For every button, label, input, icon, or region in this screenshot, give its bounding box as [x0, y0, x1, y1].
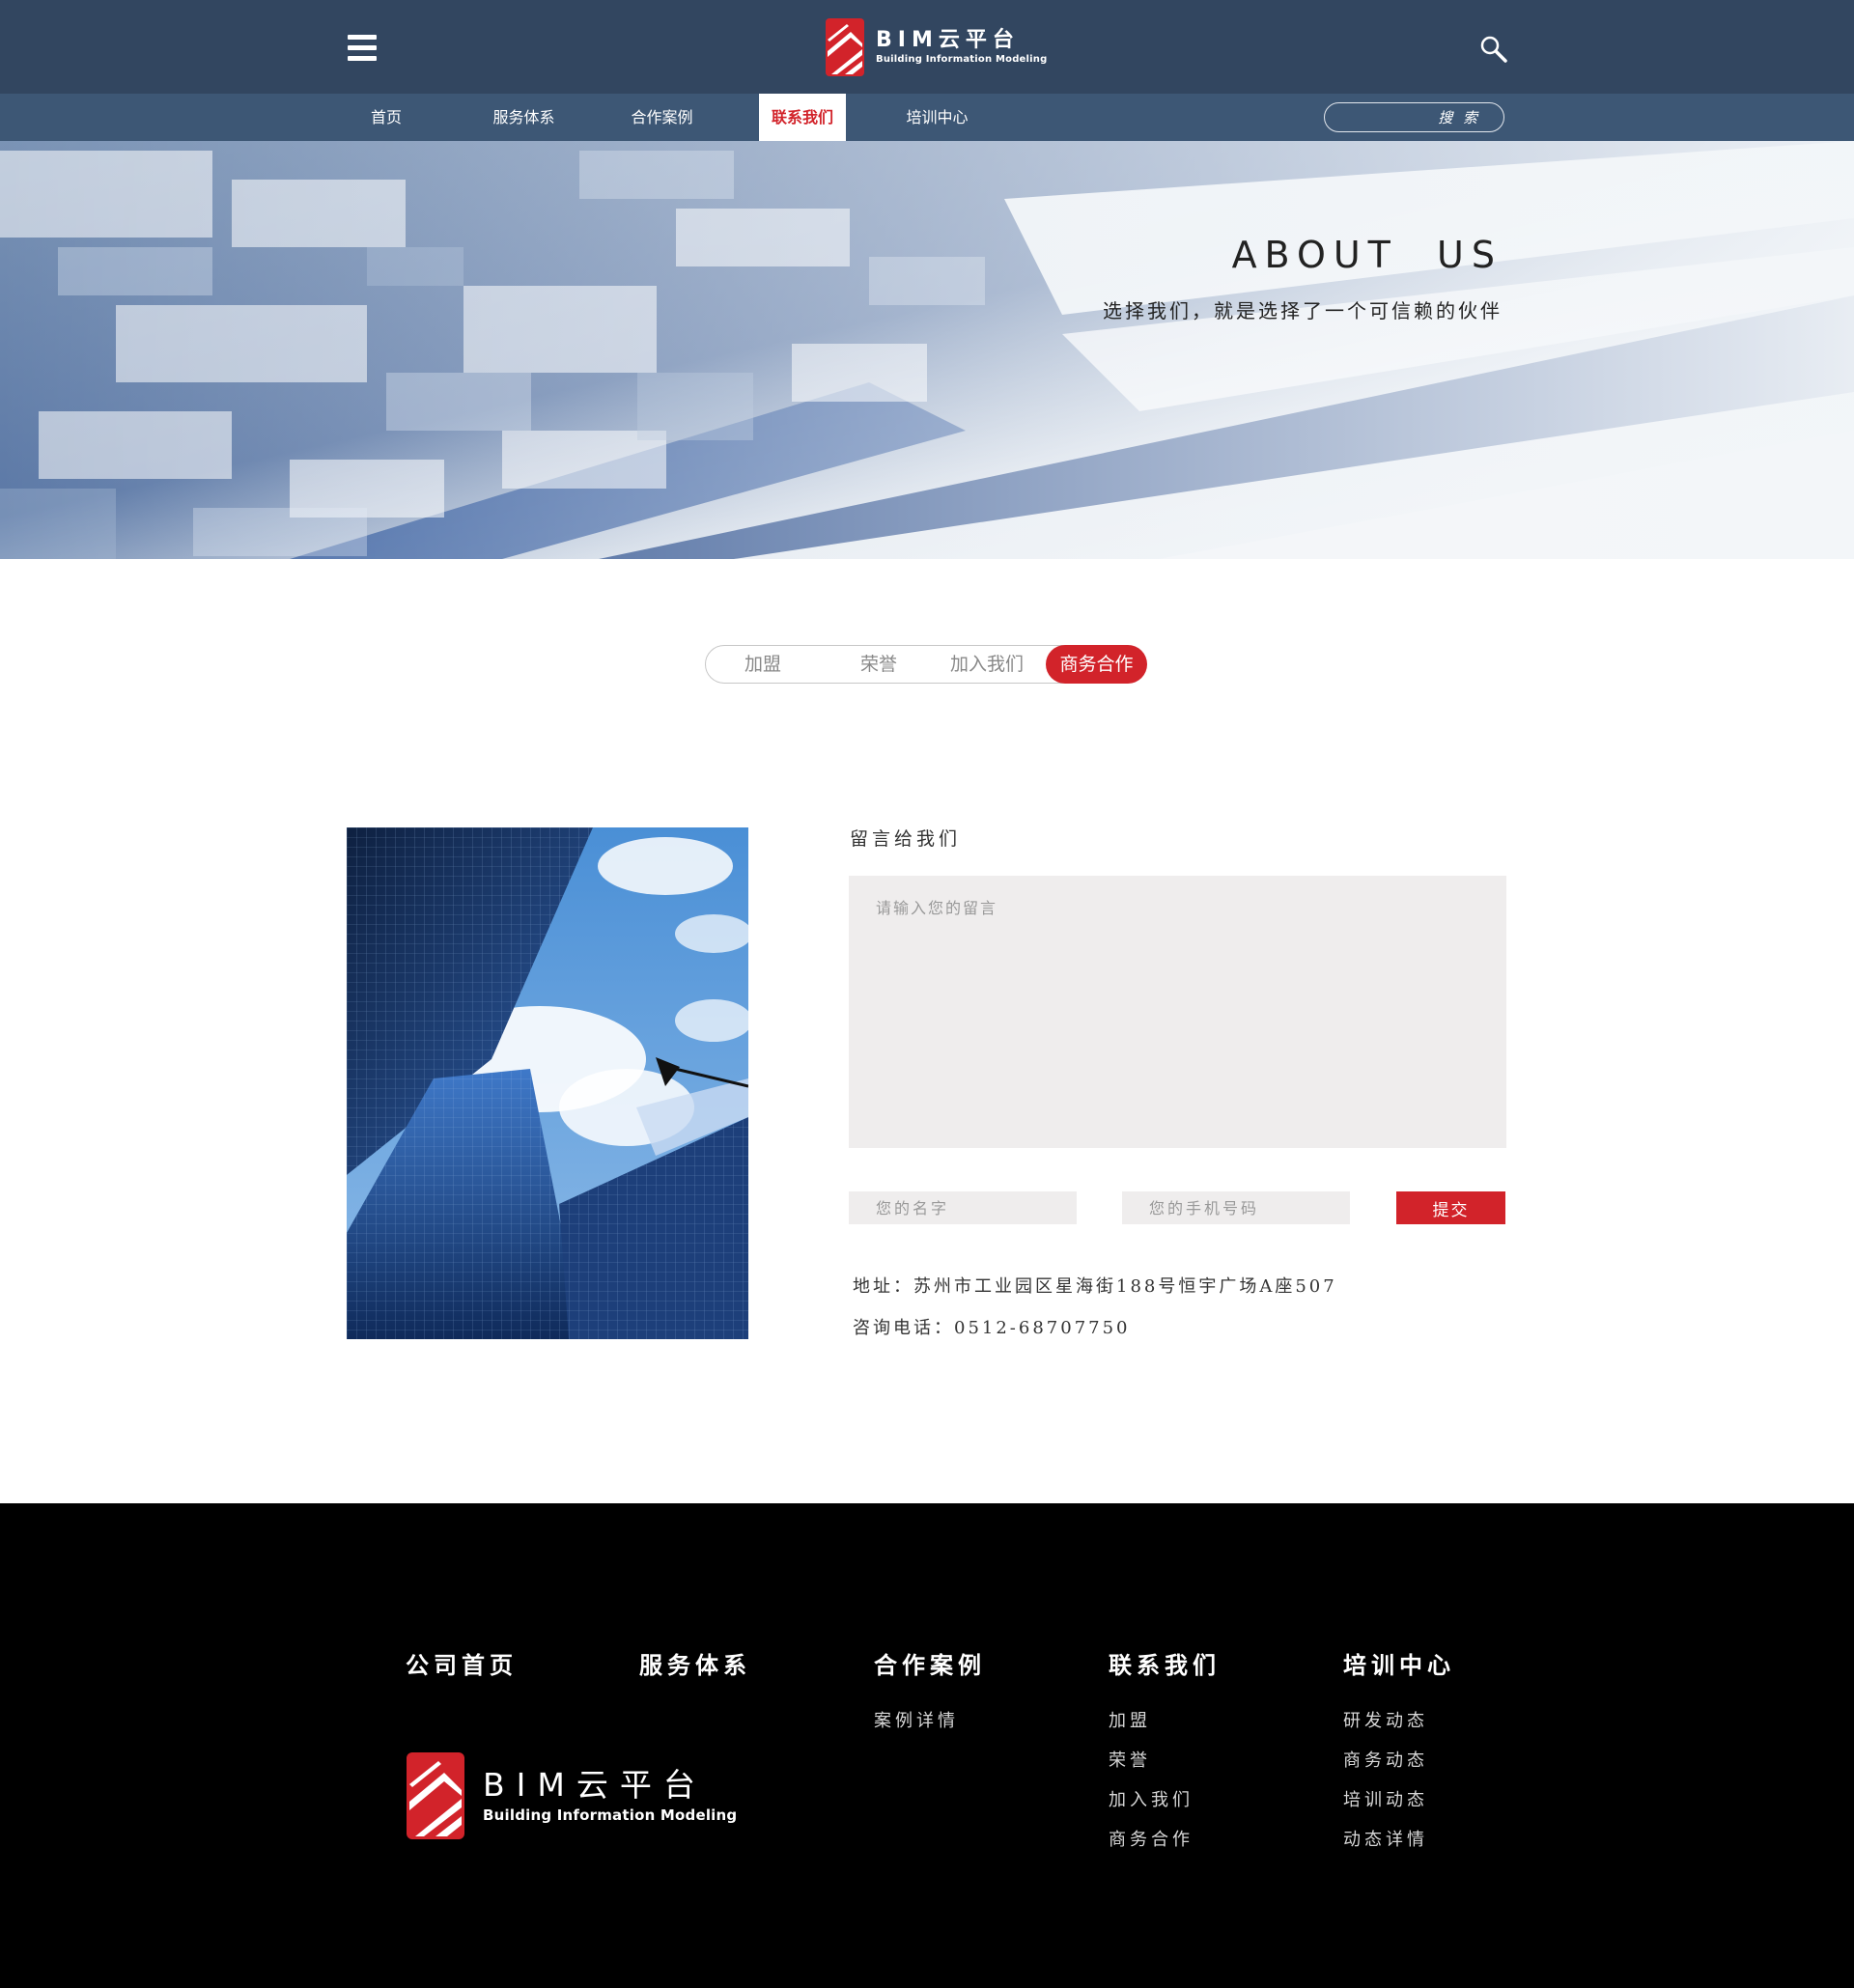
footer-logo[interactable]: BIM云平台 Building Information Modeling	[406, 1752, 737, 1839]
search-input[interactable]	[1324, 102, 1504, 132]
top-header: BIM云平台 Building Information Modeling	[0, 0, 1854, 94]
footer-link[interactable]: 商务动态	[1343, 1741, 1455, 1780]
banner-subtitle: 选择我们，就是选择了一个可信赖的伙伴	[1103, 299, 1503, 322]
address-text: 地址：苏州市工业园区星海街188号恒宇广场A座507	[853, 1276, 1337, 1297]
footer-link[interactable]: 案例详情	[874, 1701, 986, 1741]
nav-item-cases[interactable]: 合作案例	[621, 94, 703, 141]
footer-link[interactable]: 商务合作	[1109, 1820, 1221, 1860]
footer-heading[interactable]: 公司首页	[406, 1646, 518, 1680]
tab-business-cooperation[interactable]: 商务合作	[1046, 645, 1147, 684]
footer-link[interactable]: 荣誉	[1109, 1741, 1221, 1780]
footer-col-cases: 合作案例 案例详情	[874, 1646, 986, 1741]
header-logo[interactable]: BIM云平台 Building Information Modeling	[826, 17, 1047, 77]
footer-link[interactable]: 加入我们	[1109, 1780, 1221, 1820]
phone-field[interactable]	[1122, 1191, 1350, 1224]
banner-title: ABOUT US	[1231, 234, 1503, 276]
message-title: 留言给我们	[850, 828, 962, 850]
submit-button[interactable]: 提交	[1396, 1191, 1505, 1224]
tab-join[interactable]: 加盟	[719, 645, 806, 684]
footer-col-home: 公司首页	[406, 1646, 518, 1701]
phone-text: 咨询电话：0512-68707750	[853, 1318, 1131, 1338]
logo-title: BIM云平台	[876, 28, 1020, 52]
footer-link[interactable]: 培训动态	[1343, 1780, 1455, 1820]
footer-heading[interactable]: 服务体系	[639, 1646, 751, 1680]
main-nav: 首页 服务体系 合作案例 联系我们 培训中心	[0, 94, 1854, 141]
search-icon[interactable]	[1479, 35, 1508, 64]
banner-image	[0, 141, 1854, 559]
footer-col-training: 培训中心 研发动态 商务动态 培训动态 动态详情	[1343, 1646, 1455, 1860]
logo-subtitle: Building Information Modeling	[876, 54, 1048, 65]
footer-heading[interactable]: 合作案例	[874, 1646, 986, 1680]
site-footer: 公司首页 服务体系 合作案例 案例详情 联系我们 加盟 荣誉 加入我们 商务合作…	[0, 1503, 1854, 1988]
footer-link[interactable]: 加盟	[1109, 1701, 1221, 1741]
section-tabs: 加盟 荣誉 加入我们 商务合作	[705, 645, 1147, 684]
name-field[interactable]	[849, 1191, 1077, 1224]
building-photo	[347, 827, 748, 1339]
nav-item-services[interactable]: 服务体系	[483, 94, 565, 141]
footer-logo-subtitle: Building Information Modeling	[483, 1806, 738, 1824]
message-textarea[interactable]	[849, 876, 1506, 1148]
footer-logo-title: BIM云平台	[483, 1766, 707, 1804]
footer-link[interactable]: 研发动态	[1343, 1701, 1455, 1741]
hero-banner: ABOUT US 选择我们，就是选择了一个可信赖的伙伴	[0, 141, 1854, 559]
footer-heading[interactable]: 联系我们	[1109, 1646, 1221, 1680]
footer-heading[interactable]: 培训中心	[1343, 1646, 1455, 1680]
footer-link[interactable]: 动态详情	[1343, 1820, 1455, 1860]
logo-icon	[407, 1752, 464, 1839]
tab-honor[interactable]: 荣誉	[835, 645, 922, 684]
nav-item-contact[interactable]: 联系我们	[759, 94, 846, 141]
footer-col-services: 服务体系	[639, 1646, 751, 1701]
logo-icon	[826, 18, 864, 76]
menu-icon[interactable]	[348, 35, 377, 62]
footer-col-contact: 联系我们 加盟 荣誉 加入我们 商务合作	[1109, 1646, 1221, 1860]
nav-item-training[interactable]: 培训中心	[896, 94, 978, 141]
nav-item-home[interactable]: 首页	[357, 94, 415, 141]
tab-join-us[interactable]: 加入我们	[934, 645, 1040, 684]
